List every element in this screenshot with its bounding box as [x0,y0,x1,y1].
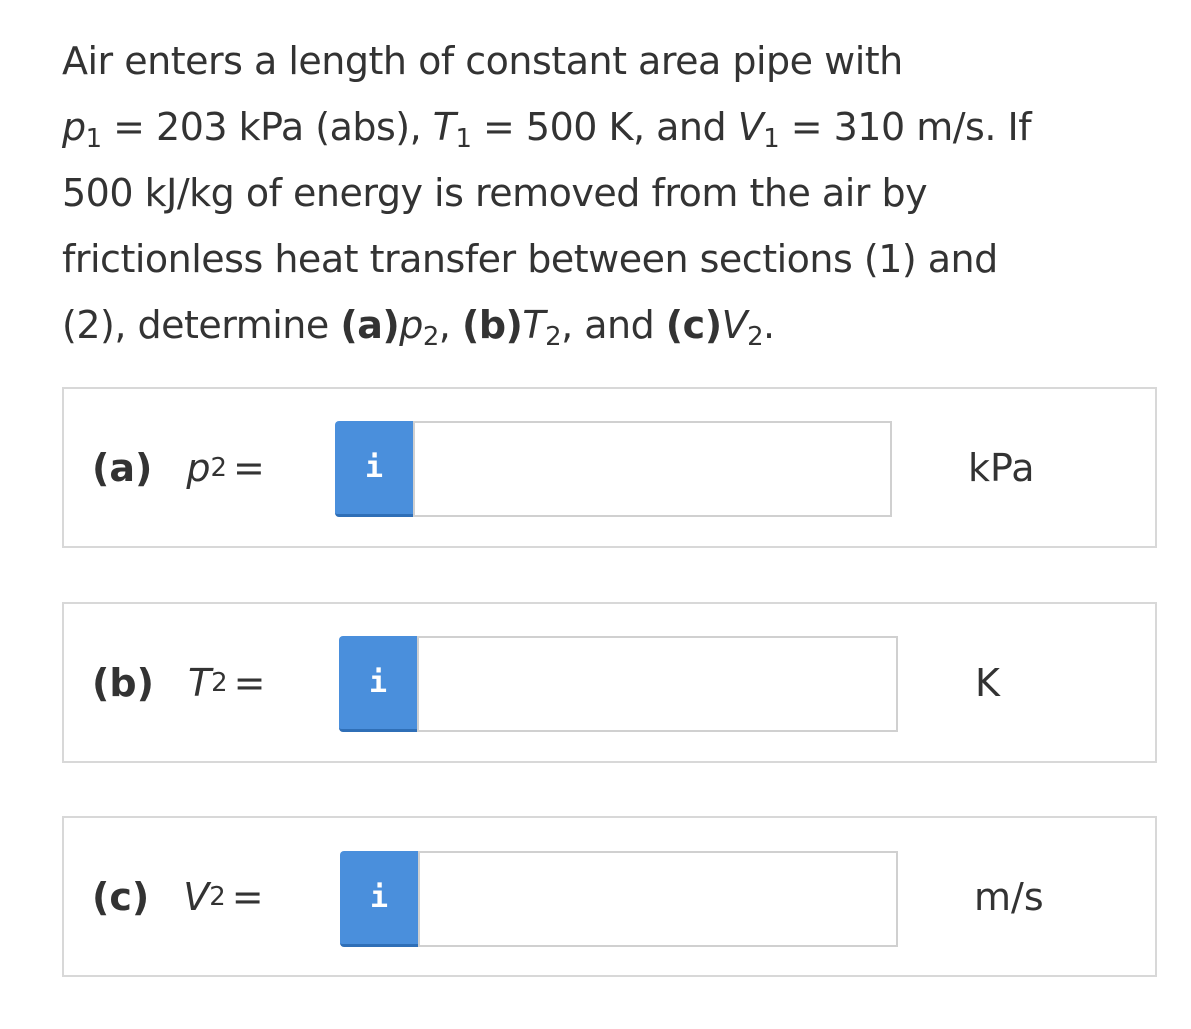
t1-subscript: 1 [455,124,472,155]
unit-label-c: m/s [974,874,1044,919]
separator-2: , and [561,303,666,347]
answer-label-c: (c) V2 = [92,874,264,919]
problem-line-3: 500 kJ/kg of energy is removed from the … [62,171,928,215]
answer-box-c: (c) V2 = i m/s [62,816,1157,977]
part-label-c: (c) [92,874,150,919]
problem-line-1: Air enters a length of constant area pip… [62,39,903,83]
unit-label-a: kPa [968,445,1035,490]
info-icon[interactable]: i [340,851,418,947]
p1-value: = 203 kPa (abs), [101,105,433,149]
v1-subscript: 1 [763,124,780,155]
v2-subscript: 2 [747,322,763,353]
answer-box-a: (a) p2 = i kPa [62,387,1157,548]
t1-value: = 500 K, and [471,105,738,149]
part-label-b: (b) [92,660,154,705]
t2-symbol: T [522,303,546,347]
problem-statement: Air enters a length of constant area pip… [62,28,1162,358]
info-icon[interactable]: i [335,421,413,517]
v2-symbol: V [721,303,748,347]
t2-subscript: 2 [545,322,562,353]
variable-symbol-b: T [187,660,212,705]
p2-symbol: p [399,303,423,347]
answer-input-c[interactable] [418,851,898,947]
part-b-marker: (b) [461,303,523,347]
answer-input-a[interactable] [413,421,892,517]
answer-box-b: (b) T2 = i K [62,602,1157,763]
part-c-marker: (c) [665,303,722,347]
t1-symbol: T [432,105,456,149]
equals-sign-b: = [233,660,266,705]
unit-label-b: K [975,660,1000,705]
variable-symbol-a: p [186,445,211,490]
determine-lead: (2), determine [62,303,341,347]
p2-subscript: 2 [422,322,439,353]
problem-line-4: frictionless heat transfer between secti… [62,237,998,281]
part-label-a: (a) [92,445,153,490]
sentence-end: . [763,303,775,347]
separator-1: , [438,303,462,347]
equals-sign-c: = [231,874,264,919]
v1-symbol: V [737,105,764,149]
problem-line-5: (2), determine (a)p2, (b)T2, and (c)V2. [62,292,1162,358]
answer-label-b: (b) T2 = [92,660,266,705]
answer-input-b[interactable] [417,636,898,732]
p1-symbol: p [62,105,86,149]
answer-label-a: (a) p2 = [92,445,265,490]
problem-line-2: p1 = 203 kPa (abs), T1 = 500 K, and V1 =… [62,94,1162,160]
part-a-marker: (a) [340,303,400,347]
equals-sign-a: = [232,445,265,490]
variable-symbol-c: V [183,874,210,919]
p1-subscript: 1 [85,124,102,155]
v1-value: = 310 m/s. If [779,105,1032,149]
info-icon[interactable]: i [339,636,417,732]
